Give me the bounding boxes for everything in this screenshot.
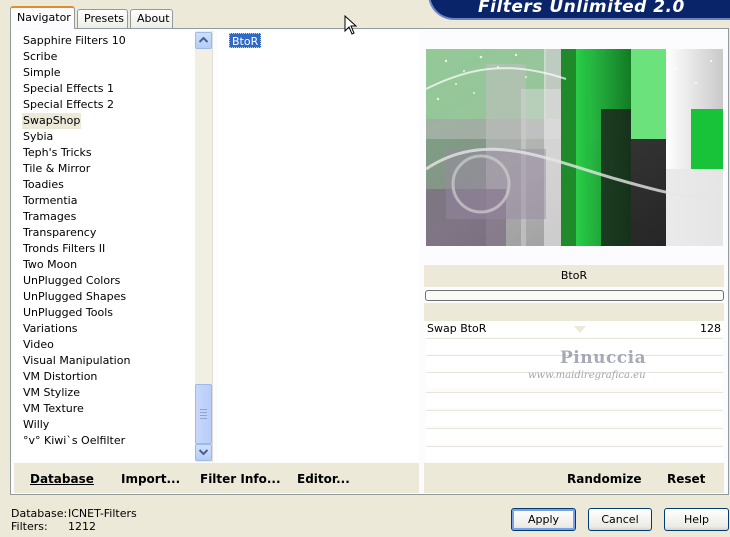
preview-filter-name: BtoR bbox=[424, 265, 724, 287]
category-item[interactable]: Toadies bbox=[22, 177, 65, 193]
filter-info-button[interactable]: Filter Info... bbox=[200, 472, 281, 486]
category-item[interactable]: Transparency bbox=[22, 225, 97, 241]
category-item[interactable]: Variations bbox=[22, 321, 79, 337]
category-item[interactable]: UnPlugged Colors bbox=[22, 273, 121, 289]
apply-button[interactable]: Apply bbox=[511, 508, 576, 531]
preview-graphic bbox=[426, 49, 723, 246]
cancel-button[interactable]: Cancel bbox=[588, 508, 652, 531]
category-item[interactable]: UnPlugged Tools bbox=[22, 305, 114, 321]
category-item[interactable]: Visual Manipulation bbox=[22, 353, 131, 369]
category-item[interactable]: VM Stylize bbox=[22, 385, 81, 401]
filter-item-selected[interactable]: BtoR bbox=[229, 33, 262, 48]
filters-status-value: 1212 bbox=[68, 520, 96, 533]
filters-status-label: Filters: bbox=[11, 520, 48, 533]
database-status-value: ICNET-Filters bbox=[68, 507, 137, 520]
category-item[interactable]: Tramages bbox=[22, 209, 77, 225]
watermark-url: www.maidiregrafica.eu bbox=[528, 370, 646, 381]
tab-navigator[interactable]: Navigator bbox=[10, 6, 75, 29]
category-item[interactable]: Special Effects 2 bbox=[22, 97, 115, 113]
category-item[interactable]: Special Effects 1 bbox=[22, 81, 115, 97]
watermark-name: Pinuccia bbox=[560, 348, 647, 368]
category-item[interactable]: Tronds Filters II bbox=[22, 241, 106, 257]
parameter-label: Swap BtoR bbox=[427, 322, 487, 335]
empty-parameter-slot bbox=[426, 410, 723, 426]
filters-status: Filters: 1212 bbox=[11, 520, 96, 533]
database-button-label: Database bbox=[30, 472, 94, 486]
editor-button[interactable]: Editor... bbox=[297, 472, 350, 486]
scroll-up-button[interactable] bbox=[195, 32, 212, 49]
category-item[interactable]: Teph's Tricks bbox=[22, 145, 93, 161]
category-item[interactable]: Two Moon bbox=[22, 257, 78, 273]
category-item[interactable]: Simple bbox=[22, 65, 62, 81]
chevron-down-icon bbox=[198, 449, 209, 456]
empty-parameter-slot bbox=[426, 446, 723, 462]
import-button[interactable]: Import... bbox=[121, 472, 180, 486]
category-item[interactable]: Sybia bbox=[22, 129, 54, 145]
progress-bar bbox=[425, 290, 724, 301]
category-item[interactable]: VM Texture bbox=[22, 401, 85, 417]
reset-button[interactable]: Reset bbox=[667, 472, 705, 486]
category-item[interactable]: UnPlugged Shapes bbox=[22, 289, 127, 305]
filter-list[interactable]: BtoR bbox=[218, 31, 419, 462]
preview-image bbox=[426, 49, 723, 246]
scroll-down-button[interactable] bbox=[195, 444, 212, 461]
category-list[interactable]: Sapphire Filters 10 Scribe Simple Special E… bbox=[14, 31, 213, 462]
category-item[interactable]: °v° Kiwi`s Oelfilter bbox=[22, 433, 126, 449]
database-status: Database: ICNET-Filters bbox=[11, 507, 137, 520]
category-item[interactable]: Video bbox=[22, 337, 55, 353]
scroll-thumb[interactable] bbox=[195, 384, 212, 444]
app-title-banner: Filters Unlimited 2.0 bbox=[430, 0, 730, 18]
category-item[interactable]: Sapphire Filters 10 bbox=[22, 33, 127, 49]
tab-presets[interactable]: Presets bbox=[77, 9, 128, 28]
tab-about[interactable]: About bbox=[130, 9, 173, 28]
help-button[interactable]: Help bbox=[664, 508, 729, 531]
mouse-cursor-icon bbox=[344, 15, 358, 35]
empty-parameter-slot bbox=[426, 392, 723, 408]
app-title: Filters Unlimited 2.0 bbox=[478, 0, 685, 17]
randomize-button[interactable]: Randomize bbox=[567, 472, 641, 486]
category-item[interactable]: Tormentia bbox=[22, 193, 78, 209]
category-item[interactable]: Scribe bbox=[22, 49, 58, 65]
category-scrollbar[interactable] bbox=[195, 31, 212, 462]
database-status-label: Database: bbox=[11, 507, 68, 520]
spacer-bar bbox=[424, 303, 724, 321]
empty-parameter-slot bbox=[426, 428, 723, 444]
category-item[interactable]: Tile & Mirror bbox=[22, 161, 91, 177]
slider-marker-icon[interactable] bbox=[574, 326, 586, 333]
category-item[interactable]: VM Distortion bbox=[22, 369, 98, 385]
category-item[interactable]: SwapShop bbox=[22, 113, 82, 129]
chevron-up-icon bbox=[198, 36, 209, 43]
parameter-row[interactable]: Swap BtoR 128 bbox=[424, 321, 724, 337]
parameter-value: 128 bbox=[700, 322, 721, 335]
database-button[interactable]: Database bbox=[30, 472, 94, 486]
category-item[interactable]: Willy bbox=[22, 417, 50, 433]
